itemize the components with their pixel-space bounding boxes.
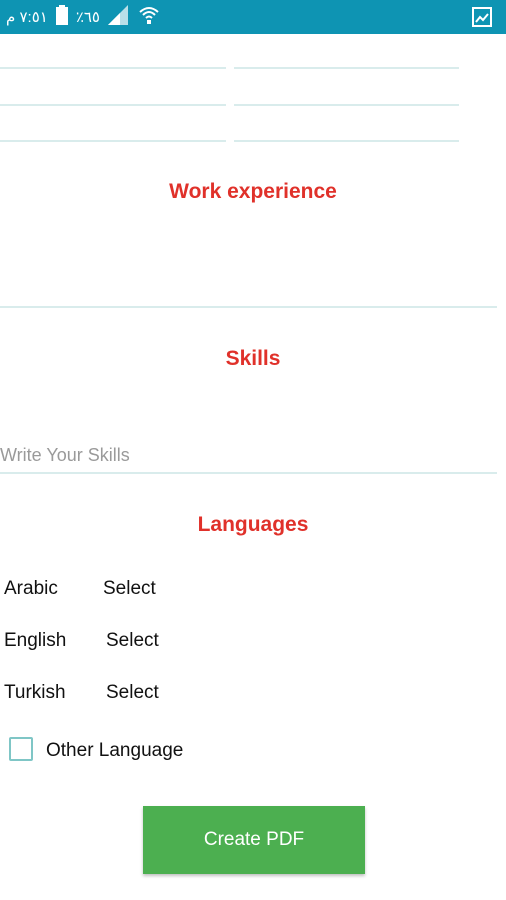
- field-underline[interactable]: [0, 140, 226, 142]
- language-name: Arabic: [4, 578, 58, 599]
- language-name: English: [4, 630, 67, 651]
- battery-percent: ٪٦٥: [75, 9, 100, 26]
- battery-icon: [55, 5, 68, 29]
- other-language-checkbox[interactable]: [9, 737, 33, 761]
- create-pdf-button[interactable]: Create PDF: [143, 806, 365, 874]
- wifi-icon: [138, 5, 160, 29]
- field-underline[interactable]: [0, 67, 226, 69]
- skills-title: Skills: [225, 347, 281, 370]
- status-bar-left: ٧:٥١ م ٪٦٥: [6, 5, 160, 29]
- language-name: Turkish: [4, 682, 66, 703]
- language-level-select[interactable]: Select: [103, 578, 156, 600]
- language-level-select[interactable]: Select: [106, 630, 159, 652]
- field-underline[interactable]: [234, 104, 459, 106]
- status-bar: ٧:٥١ م ٪٦٥: [0, 0, 506, 34]
- work-experience-input-underline[interactable]: [0, 306, 497, 308]
- field-underline[interactable]: [234, 67, 459, 69]
- status-time: ٧:٥١ م: [6, 9, 48, 26]
- work-experience-title: Work experience: [169, 180, 337, 203]
- field-underline[interactable]: [0, 104, 226, 106]
- skills-input[interactable]: [0, 438, 497, 474]
- other-language-label[interactable]: Other Language: [46, 740, 183, 762]
- field-underline[interactable]: [234, 140, 459, 142]
- gallery-notification-icon: [472, 7, 492, 27]
- signal-icon: [108, 5, 130, 29]
- language-level-select[interactable]: Select: [106, 682, 159, 704]
- languages-title: Languages: [197, 513, 309, 536]
